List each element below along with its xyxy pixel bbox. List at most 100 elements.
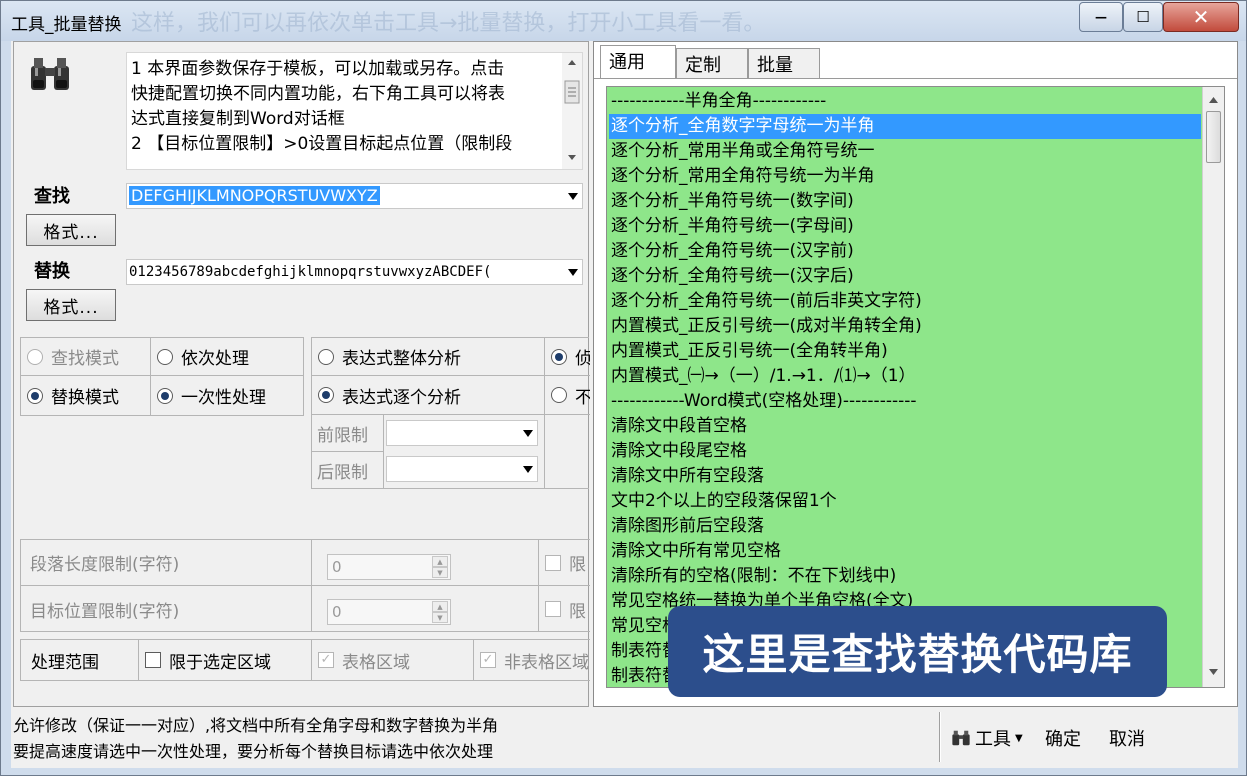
one-time-option[interactable]: 一次性处理	[151, 376, 304, 415]
target-position-label: 目标位置限制(字符)	[21, 586, 312, 632]
list-item[interactable]: 清除图形前后空段落	[609, 514, 1201, 539]
tab-custom[interactable]: 定制	[676, 48, 748, 78]
target-position-value[interactable]: 0	[332, 603, 342, 621]
list-item[interactable]: 逐个分析_半角符号统一(字母间)	[609, 214, 1201, 239]
scroll-down-icon	[1209, 669, 1218, 675]
find-label: 查找	[34, 186, 70, 207]
list-item[interactable]: 内置模式_正反引号统一(成对半角转全角)	[609, 314, 1201, 339]
expr-each-option[interactable]: 表达式逐个分析	[312, 376, 545, 415]
window-title: 工具_批量替换	[11, 15, 122, 35]
spin-up-icon[interactable]: ▲	[432, 601, 448, 612]
list-item[interactable]: 清除文中所有常见空格	[609, 539, 1201, 564]
replace-label: 替换	[34, 261, 70, 282]
list-item[interactable]: 逐个分析_全角符号统一(汉字前)	[609, 239, 1201, 264]
scroll-thumb[interactable]	[1206, 111, 1221, 163]
prefix-label: 前限制	[312, 415, 384, 452]
spin-down-icon[interactable]: ▼	[432, 612, 448, 623]
spin-up-icon[interactable]: ▲	[432, 556, 448, 567]
tab-general[interactable]: 通用	[600, 45, 676, 79]
target-position-spinner[interactable]: 0 ▲ ▼	[327, 599, 451, 625]
limits-section: 段落长度限制(字符) 限 目标位置限制(字符) 限	[20, 539, 590, 632]
para-length-limit-option[interactable]: 限	[539, 540, 590, 586]
scope-selection-option[interactable]: 限于选定区域	[139, 640, 312, 680]
find-mode-radio[interactable]	[27, 348, 43, 365]
target-position-checkbox[interactable]	[545, 601, 561, 617]
find-combobox[interactable]: DEFGHIJKLMNOPQRSTUVWXYZ	[126, 183, 583, 209]
find-input[interactable]: DEFGHIJKLMNOPQRSTUVWXYZ	[129, 186, 380, 205]
list-scrollbar[interactable]	[1202, 87, 1224, 687]
scope-table-checkbox[interactable]: ✓	[318, 652, 334, 668]
list-item[interactable]: 逐个分析_常用全角符号统一为半角	[609, 164, 1201, 189]
list-item[interactable]: 清除文中段尾空格	[609, 439, 1201, 464]
replace-input[interactable]: 0123456789abcdefghijklmnopqrstuvwxyzABCD…	[129, 264, 556, 280]
tools-button[interactable]: 工具 ▼	[951, 725, 1023, 751]
find-mode-option[interactable]: 查找模式	[21, 338, 151, 376]
list-item[interactable]: ------------半角全角------------	[609, 89, 1201, 114]
list-item[interactable]: 清除文中所有空段落	[609, 464, 1201, 489]
expr-whole-radio[interactable]	[318, 348, 334, 365]
status-line-1: 允许修改（保证一一对应）,将文档中所有全角字母和数字替换为半角	[13, 716, 499, 735]
ok-button[interactable]: 确定	[1045, 725, 1081, 751]
rule-list[interactable]: ------------半角全角------------ 逐个分析_全角数字字母…	[606, 86, 1225, 688]
scope-nontable-option[interactable]: ✓ 非表格区域	[474, 640, 590, 680]
para-length-checkbox[interactable]	[545, 554, 561, 571]
col4-option-1[interactable]: 侦	[545, 338, 590, 376]
list-item[interactable]: 清除文中段首空格	[609, 414, 1201, 439]
replace-mode-option[interactable]: 替换模式	[21, 376, 151, 415]
para-length-value[interactable]: 0	[332, 558, 342, 576]
spin-down-icon[interactable]: ▼	[432, 567, 448, 578]
list-item[interactable]: 逐个分析_全角符号统一(汉字后)	[609, 264, 1201, 289]
scope-selection-checkbox[interactable]	[145, 652, 161, 668]
list-item[interactable]: 逐个分析_常用半角或全角符号统一	[609, 139, 1201, 164]
prefix-combobox[interactable]	[386, 420, 538, 446]
list-item[interactable]: 逐个分析_全角符号统一(前后非英文字符)	[609, 289, 1201, 314]
list-item[interactable]: 内置模式_正反引号统一(全角转半角)	[609, 339, 1201, 364]
minimize-button[interactable]: —	[1079, 2, 1123, 32]
target-position-check-label: 限	[569, 601, 586, 622]
binoculars-icon	[952, 730, 970, 746]
col4-radio-2[interactable]	[551, 387, 567, 403]
cancel-button[interactable]: 取消	[1109, 725, 1145, 751]
scope-section: 处理范围 限于选定区域 ✓ 表格区域 ✓ 非表格区域	[20, 639, 590, 681]
replace-format-button[interactable]: 格式...	[26, 289, 116, 321]
find-format-button[interactable]: 格式...	[26, 214, 116, 246]
tab-bar: 通用 定制 批量	[594, 45, 1237, 79]
tab-batch[interactable]: 批量	[748, 48, 820, 78]
sequential-radio[interactable]	[157, 348, 173, 365]
chevron-down-icon[interactable]	[523, 430, 533, 437]
maximize-button[interactable]: ☐	[1123, 2, 1163, 32]
scope-nontable-checkbox[interactable]: ✓	[480, 652, 496, 668]
list-item[interactable]: 内置模式_㈠→（一）/1.→1．/⑴→（1）	[609, 364, 1201, 389]
divider	[544, 415, 545, 489]
description-scrollbar[interactable]	[562, 53, 582, 169]
list-item[interactable]: ------------Word模式(空格处理)------------	[609, 389, 1201, 414]
close-button[interactable]: ✕	[1163, 2, 1239, 32]
chevron-down-icon[interactable]	[568, 193, 578, 200]
col4-radio-1[interactable]	[551, 348, 567, 365]
one-time-radio[interactable]	[157, 387, 173, 404]
para-length-spinner[interactable]: 0 ▲ ▼	[327, 554, 451, 580]
col4-option-2[interactable]: 不	[545, 376, 590, 415]
replace-mode-radio[interactable]	[27, 387, 43, 404]
sequential-option[interactable]: 依次处理	[151, 338, 304, 376]
list-item[interactable]: 清除所有的空格(限制：不在下划线中)	[609, 564, 1201, 589]
background-caption: 这样，我们可以再依次单击工具→批量替换，打开小工具看一看。	[131, 11, 766, 36]
description-text: 1 本界面参数保存于模板，可以加载或另存。点击 快捷配置切换不同内置功能，右下角…	[126, 52, 583, 170]
chevron-down-icon[interactable]	[523, 466, 533, 473]
scope-nontable-label: 非表格区域	[504, 652, 589, 673]
list-item[interactable]: 文中2个以上的空段落保留1个	[609, 489, 1201, 514]
scope-selection-label: 限于选定区域	[169, 652, 271, 673]
expr-whole-label: 表达式整体分析	[342, 349, 461, 369]
expr-whole-option[interactable]: 表达式整体分析	[312, 338, 545, 376]
suffix-combobox[interactable]	[386, 456, 538, 482]
list-item[interactable]: 逐个分析_半角符号统一(数字间)	[609, 189, 1201, 214]
replace-combobox[interactable]: 0123456789abcdefghijklmnopqrstuvwxyzABCD…	[126, 259, 583, 285]
status-bar: 允许修改（保证一一对应）,将文档中所有全角字母和数字替换为半角 要提高速度请选中…	[11, 707, 1238, 768]
callout-banner: 这里是查找替换代码库	[668, 606, 1167, 697]
scope-table-option[interactable]: ✓ 表格区域	[312, 640, 474, 680]
chevron-down-icon[interactable]	[568, 269, 578, 276]
target-position-limit-option[interactable]: 限	[539, 586, 590, 632]
expr-each-radio[interactable]	[318, 387, 334, 403]
list-item[interactable]: 逐个分析_全角数字字母统一为半角	[609, 114, 1201, 139]
options-panel: 1 本界面参数保存于模板，可以加载或另存。点击 快捷配置切换不同内置功能，右下角…	[13, 41, 590, 707]
